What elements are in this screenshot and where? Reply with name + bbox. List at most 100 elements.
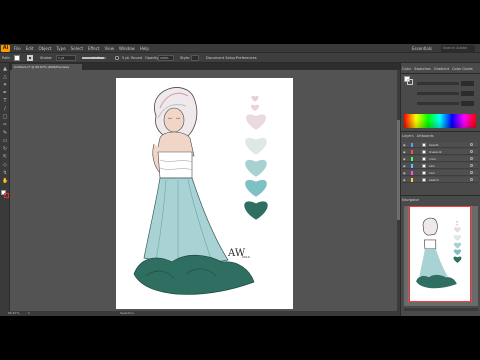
layer-row[interactable]: ◉ color xyxy=(402,156,478,162)
scale-tool-icon[interactable]: ⇱ xyxy=(2,154,8,160)
target-icon[interactable] xyxy=(470,171,473,174)
layer-row[interactable]: ◉ skin xyxy=(402,163,478,169)
eye-icon[interactable]: ◉ xyxy=(403,150,406,154)
status-bar xyxy=(0,311,400,316)
style-label: Style: xyxy=(180,56,190,60)
artwork-illustration: AW 2019 xyxy=(133,87,268,295)
menu-select[interactable]: Select xyxy=(71,45,83,52)
menu-view[interactable]: View xyxy=(105,45,115,52)
app-logo: Ai xyxy=(1,45,10,52)
target-icon[interactable] xyxy=(470,157,473,160)
stock-search-input[interactable]: Search Adobe Stock xyxy=(441,45,475,57)
menu-object[interactable]: Object xyxy=(38,45,51,52)
skirt-lower-shape xyxy=(133,254,255,295)
target-icon[interactable] xyxy=(470,150,473,153)
panel-divider xyxy=(401,131,480,132)
skirt-upper-shape xyxy=(143,177,229,264)
stroke-weight-field[interactable]: 1 pt xyxy=(56,55,76,61)
heart-shape xyxy=(245,137,267,155)
zoom-readout[interactable]: 66.67% xyxy=(8,311,19,316)
artboard-number[interactable]: 1 xyxy=(28,311,30,316)
hand-tool-icon[interactable]: ✋ xyxy=(2,178,8,184)
preferences-button[interactable]: Preferences xyxy=(236,55,257,61)
color-slider-g[interactable] xyxy=(417,92,459,95)
workspace-switcher[interactable]: Essentials xyxy=(412,45,432,52)
menu-type[interactable]: Type xyxy=(56,45,65,52)
color-stroke-icon[interactable] xyxy=(407,79,413,85)
pen-tool-icon[interactable]: ✒ xyxy=(2,90,8,96)
eraser-tool-icon[interactable]: ▭ xyxy=(2,138,8,144)
panel-divider xyxy=(401,73,480,74)
color-value-b[interactable] xyxy=(461,101,474,106)
layer-name: sketch xyxy=(429,178,439,182)
layer-color-chip xyxy=(411,164,413,168)
color-value-r[interactable] xyxy=(461,81,474,86)
eye-icon[interactable]: ◉ xyxy=(403,171,406,175)
target-icon[interactable] xyxy=(470,143,473,146)
layer-thumbnail xyxy=(422,164,426,168)
menu-file[interactable]: File xyxy=(14,45,21,52)
brush-label[interactable]: 5 pt. Round xyxy=(122,55,142,61)
menu-edit[interactable]: Edit xyxy=(26,45,34,52)
color-panel-tabs: Color Swatches Gradient Color Guide xyxy=(402,66,473,72)
brush-icon[interactable] xyxy=(115,56,119,60)
menu-help[interactable]: Help xyxy=(140,45,149,52)
tab-color[interactable]: Color xyxy=(402,66,411,72)
layer-thumbnail xyxy=(422,178,426,182)
face-shape xyxy=(163,107,185,133)
stroke-color-icon[interactable] xyxy=(4,193,9,198)
eye-icon[interactable]: ◉ xyxy=(403,157,406,161)
menu-items: File Edit Object Type Select Effect View… xyxy=(14,45,149,52)
target-icon[interactable] xyxy=(470,178,473,181)
layer-name: hearts xyxy=(429,143,439,147)
color-slider-b[interactable] xyxy=(417,102,459,105)
layer-row[interactable]: ◉ hair xyxy=(402,170,478,176)
selection-tool-icon[interactable]: ▲ xyxy=(2,66,8,72)
layer-color-chip xyxy=(411,171,413,175)
style-picker[interactable] xyxy=(191,55,199,61)
document-setup-button[interactable]: Document Setup xyxy=(206,55,235,61)
color-value-g[interactable] xyxy=(461,91,474,96)
layer-thumbnail xyxy=(422,157,426,161)
bodice-shape xyxy=(157,151,193,179)
color-spectrum[interactable] xyxy=(404,114,476,128)
fill-swatch[interactable] xyxy=(14,55,20,61)
layer-name: color xyxy=(429,157,437,161)
layer-color-chip xyxy=(411,150,413,154)
navigator-proxy-box[interactable] xyxy=(408,206,472,302)
eye-icon[interactable]: ◉ xyxy=(403,164,406,168)
menu-window[interactable]: Window xyxy=(119,45,135,52)
layer-row[interactable]: ◉ sketch xyxy=(402,177,478,183)
eye-icon[interactable]: ◉ xyxy=(403,178,406,182)
stroke-label: Stroke: xyxy=(40,56,53,60)
magic-wand-tool-icon[interactable]: ✦ xyxy=(2,82,8,88)
tab-artboards[interactable]: Artboards xyxy=(417,133,434,139)
selection-label: Path xyxy=(2,56,10,60)
rectangle-tool-icon[interactable]: □ xyxy=(2,114,8,120)
stroke-swatch[interactable] xyxy=(27,55,33,61)
paintbrush-tool-icon[interactable]: ✑ xyxy=(2,122,8,128)
tab-color-guide[interactable]: Color Guide xyxy=(452,66,473,72)
hearts-group xyxy=(244,95,268,220)
direct-selection-tool-icon[interactable]: △ xyxy=(2,74,8,80)
eye-icon[interactable]: ◉ xyxy=(403,143,406,147)
navigator-zoom-slider[interactable] xyxy=(404,308,478,311)
layer-row[interactable]: ◉ hearts xyxy=(402,142,478,148)
opacity-field[interactable]: 100% xyxy=(158,55,174,61)
pencil-tool-icon[interactable]: ✎ xyxy=(2,130,8,136)
line-tool-icon[interactable]: / xyxy=(2,106,8,112)
menu-effect[interactable]: Effect xyxy=(88,45,100,52)
type-tool-icon[interactable]: T xyxy=(2,98,8,104)
layer-thumbnail xyxy=(422,171,426,175)
eyedropper-tool-icon[interactable]: ↯ xyxy=(2,170,8,176)
tab-gradient[interactable]: Gradient xyxy=(434,66,449,72)
color-slider-r[interactable] xyxy=(417,82,459,85)
tab-layers[interactable]: Layers xyxy=(402,133,414,139)
rotate-tool-icon[interactable]: ↻ xyxy=(2,146,8,152)
target-icon[interactable] xyxy=(470,164,473,167)
tab-swatches[interactable]: Swatches xyxy=(414,66,431,72)
shape-builder-tool-icon[interactable]: ◇ xyxy=(2,162,8,168)
color-panel-swatches[interactable] xyxy=(404,76,414,86)
heart-shape xyxy=(245,179,267,197)
layer-row[interactable]: ◉ linework xyxy=(402,149,478,155)
